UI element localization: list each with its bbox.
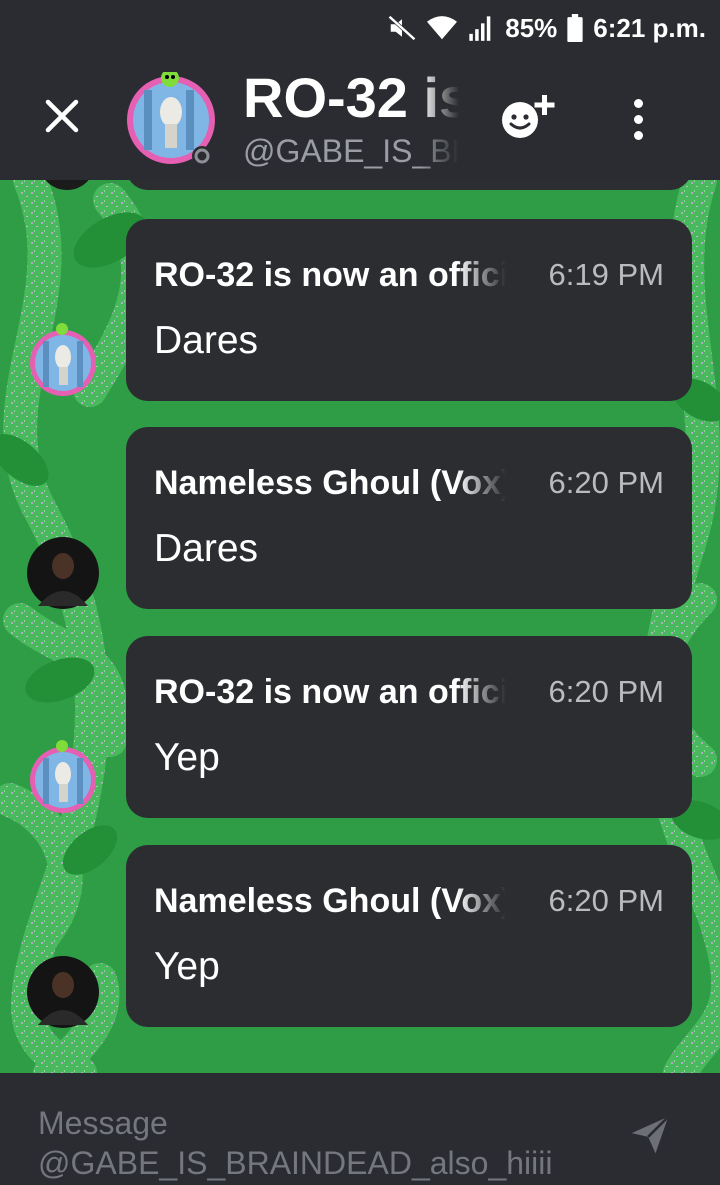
chat-header: RO-32 is now an official member @GABE_IS… — [0, 52, 720, 180]
message-timestamp: 6:19 PM — [548, 257, 664, 292]
message-text: Dares — [154, 319, 259, 362]
channel-title: RO-32 is now an official member — [243, 66, 459, 129]
message-input-placeholder: Message — [38, 1105, 168, 1141]
message-card-partial[interactable] — [126, 180, 692, 190]
message-card[interactable]: Nameless Ghoul (Vox) 6:20 PM Yep — [126, 845, 692, 1027]
channel-subtitle: @GABE_IS_BRAINDEAD — [243, 133, 459, 169]
status-bar: 85% 6:21 p.m. — [0, 0, 720, 52]
message-input-placeholder-line2: @GABE_IS_BRAINDEAD_also_hiiii — [38, 1145, 553, 1181]
avatar-ghoul[interactable] — [26, 536, 100, 610]
message-text: Yep — [154, 945, 220, 988]
message-timestamp: 6:20 PM — [548, 883, 664, 918]
close-button[interactable] — [38, 92, 86, 140]
close-icon — [45, 99, 79, 133]
message-author[interactable]: RO-32 is now an official member — [154, 253, 506, 297]
more-options-button[interactable] — [618, 92, 658, 146]
message-timestamp: 6:20 PM — [548, 674, 664, 709]
message-author[interactable]: RO-32 is now an official member — [154, 670, 506, 714]
message-text: Yep — [154, 736, 220, 779]
mute-icon — [387, 13, 417, 43]
send-button[interactable] — [628, 1113, 672, 1157]
message-timestamp: 6:20 PM — [548, 465, 664, 500]
avatar-ghoul[interactable] — [26, 955, 100, 1029]
message-author[interactable]: Nameless Ghoul (Vox) — [154, 879, 506, 923]
header-avatar[interactable] — [124, 69, 218, 166]
message-text: Dares — [154, 527, 259, 570]
message-card[interactable]: RO-32 is now an official member 6:20 PM … — [126, 636, 692, 818]
emoji-add-icon — [502, 95, 555, 138]
add-member-button[interactable] — [496, 88, 566, 148]
message-card[interactable]: RO-32 is now an official member 6:19 PM … — [126, 219, 692, 401]
message-input-bar: Message @GABE_IS_BRAINDEAD_also_hiiii — [0, 1073, 720, 1185]
battery-percent: 85% — [505, 12, 558, 43]
signal-icon — [467, 15, 495, 41]
chat-area[interactable]: RO-32 is now an official member 6:19 PM … — [0, 180, 720, 1073]
battery-icon — [567, 14, 583, 42]
message-input[interactable]: Message @GABE_IS_BRAINDEAD_also_hiiii — [38, 1103, 598, 1183]
clock-time: 6:21 p.m. — [593, 12, 706, 43]
wifi-icon — [427, 15, 458, 41]
send-icon — [631, 1115, 670, 1154]
message-author[interactable]: Nameless Ghoul (Vox) — [154, 461, 506, 505]
avatar-ro32[interactable] — [26, 323, 100, 397]
message-card[interactable]: Nameless Ghoul (Vox) 6:20 PM Dares — [126, 427, 692, 609]
avatar-ro32[interactable] — [26, 740, 100, 814]
